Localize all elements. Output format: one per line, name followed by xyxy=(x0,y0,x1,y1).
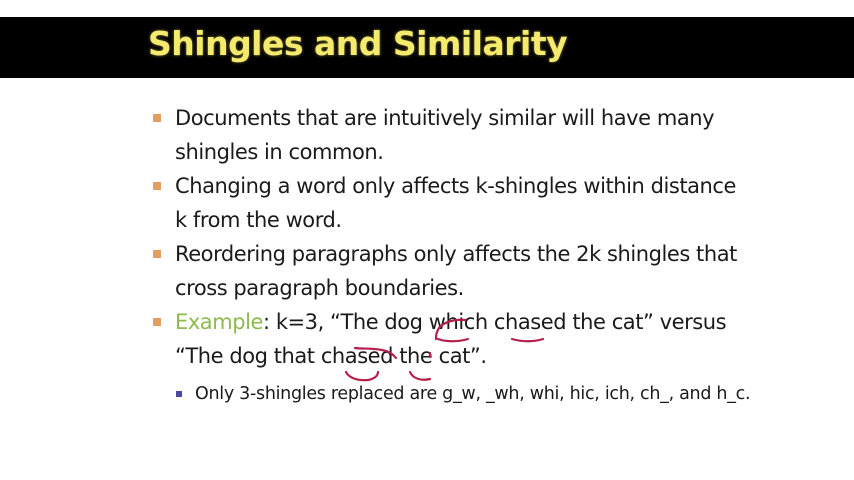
bullet-item: Reordering paragraphs only affects the 2… xyxy=(152,237,752,305)
slide-title: Shingles and Similarity xyxy=(148,24,568,63)
bullet-marker-icon xyxy=(153,114,161,122)
bullet-marker-icon xyxy=(153,318,161,326)
sub-bullet-item: Only 3-shingles replaced are g_w, _wh, w… xyxy=(176,380,752,408)
sub-bullet-text: Only 3-shingles replaced are g_w, _wh, w… xyxy=(195,384,751,404)
bullet-item: Documents that are intuitively similar w… xyxy=(152,101,752,169)
bullet-marker-icon xyxy=(153,182,161,190)
bullet-text: Reordering paragraphs only affects the 2… xyxy=(175,242,737,300)
bullet-item-example: Example: k=3, “The dog which chased the … xyxy=(152,305,752,373)
bullet-marker-icon xyxy=(153,250,161,258)
slide-content: Documents that are intuitively similar w… xyxy=(152,101,752,408)
bullet-text: Changing a word only affects k-shingles … xyxy=(175,174,736,232)
sub-bullet-marker-icon xyxy=(176,391,182,397)
example-label: Example xyxy=(175,310,263,334)
bullet-text: Documents that are intuitively similar w… xyxy=(175,106,715,164)
bullet-item: Changing a word only affects k-shingles … xyxy=(152,169,752,237)
